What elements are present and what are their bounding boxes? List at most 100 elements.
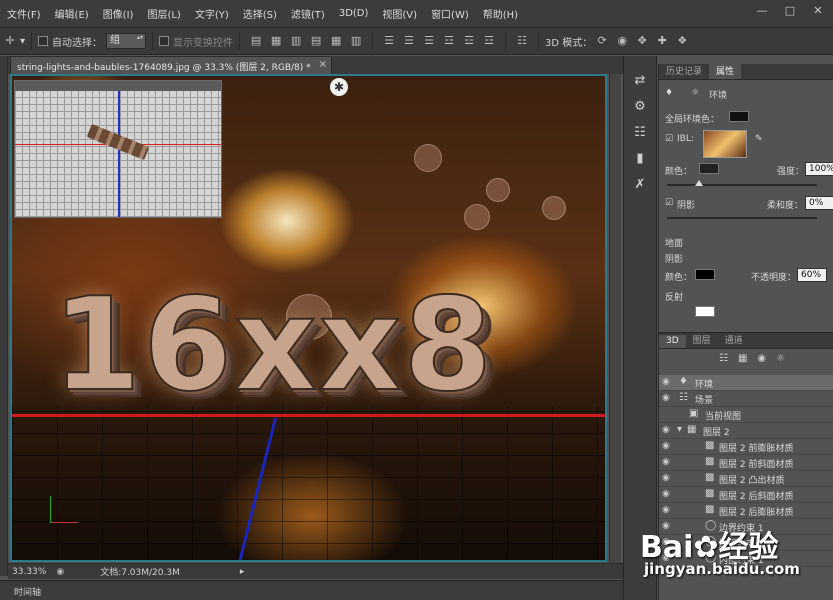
menu-edit[interactable]: 编辑(E): [48, 6, 96, 21]
orbit-gizmo-icon[interactable]: ✱: [330, 78, 348, 96]
document-canvas[interactable]: 16xx8 ✱: [10, 74, 607, 562]
properties-section-title: 环境: [709, 91, 728, 101]
visibility-eye-icon[interactable]: ◉: [662, 489, 674, 499]
align-right-icon[interactable]: ▥: [350, 35, 362, 47]
ground-color-swatch[interactable]: [695, 269, 715, 280]
intensity-field[interactable]: 100%: [805, 162, 833, 176]
filter-light-icon[interactable]: ☼: [776, 353, 785, 364]
align-bottom-icon[interactable]: ▥: [290, 35, 302, 47]
distribute-bottom-icon[interactable]: ☰: [423, 35, 435, 47]
tab-properties[interactable]: 属性: [709, 63, 742, 79]
filter-scene-icon[interactable]: ☷: [719, 353, 728, 364]
menu-window[interactable]: 窗口(W): [424, 6, 476, 21]
menu-help[interactable]: 帮助(H): [476, 6, 525, 21]
expand-arrow-icon[interactable]: ▾: [677, 424, 682, 435]
menu-view[interactable]: 视图(V): [375, 6, 424, 21]
status-menu-arrow-icon[interactable]: ▸: [240, 567, 245, 577]
status-info-icon[interactable]: ◉: [56, 567, 64, 577]
layer-comps-icon[interactable]: ☷: [629, 124, 651, 142]
material-icon: ▩: [705, 440, 715, 451]
opacity-field[interactable]: 60%: [797, 268, 827, 282]
layer-row[interactable]: ◉ ▩ 图层 2 前膨胀材质: [659, 439, 833, 455]
visibility-eye-icon[interactable]: ◉: [662, 425, 674, 435]
3d-text-object[interactable]: 16xx8: [51, 270, 494, 421]
slide-3d-icon[interactable]: ✚: [656, 35, 668, 47]
axis-gizmo-icon[interactable]: [48, 494, 82, 526]
ibl-thumbnail[interactable]: [703, 130, 747, 158]
layer-row[interactable]: ◉ ▩ 图层 2 后斜面材质: [659, 487, 833, 503]
distribute-hcenter-icon[interactable]: ☲: [463, 35, 475, 47]
close-window-icon[interactable]: ✕: [807, 4, 829, 18]
secondary-view-panel[interactable]: [14, 80, 222, 218]
menu-filter[interactable]: 滤镜(T): [284, 6, 332, 21]
show-transform-checkbox[interactable]: [159, 36, 170, 46]
intensity-slider-knob[interactable]: [695, 180, 703, 186]
layer-row[interactable]: ◉ ♦ 环境: [659, 375, 833, 391]
tab-channels[interactable]: 通道: [718, 332, 750, 348]
menu-image[interactable]: 图像(I): [96, 6, 141, 21]
auto-select-dropdown[interactable]: 组: [106, 33, 147, 49]
align-hcenter-icon[interactable]: ▦: [330, 35, 342, 47]
roll-3d-icon[interactable]: ◉: [616, 35, 628, 47]
visibility-eye-icon[interactable]: ◉: [662, 457, 674, 467]
filter-material-icon[interactable]: ◉: [757, 353, 766, 364]
menu-layer[interactable]: 图层(L): [140, 6, 187, 21]
menu-select[interactable]: 选择(S): [236, 6, 284, 21]
canvas-scrollbar[interactable]: [609, 74, 621, 564]
tools-icon[interactable]: ✗: [629, 176, 651, 194]
visibility-eye-icon[interactable]: ◉: [662, 377, 674, 387]
move-tool-icon[interactable]: ✛: [4, 35, 16, 47]
scale-3d-icon[interactable]: ❖: [676, 35, 688, 47]
tab-3d[interactable]: 3D: [659, 335, 686, 348]
document-tab[interactable]: string-lights-and-baubles-1764089.jpg @ …: [10, 56, 332, 74]
menu-type[interactable]: 文字(Y): [188, 6, 236, 21]
auto-select-checkbox[interactable]: [38, 36, 49, 46]
layer-row[interactable]: ◉ ☷ 场景: [659, 391, 833, 407]
tab-history[interactable]: 历史记录: [659, 63, 709, 79]
layer-row[interactable]: ◉ ▩ 图层 2 前斜面材质: [659, 455, 833, 471]
auto-align-icon[interactable]: ☷: [516, 35, 528, 47]
softness-slider[interactable]: [667, 217, 817, 219]
align-top-icon[interactable]: ▤: [250, 35, 262, 47]
restore-icon[interactable]: □: [779, 4, 801, 18]
menu-3d[interactable]: 3D(D): [332, 8, 376, 19]
clone-source-icon[interactable]: ▮: [629, 150, 651, 168]
zoom-level[interactable]: 33.33%: [12, 567, 46, 577]
distribute-vcenter-icon[interactable]: ☰: [403, 35, 415, 47]
distribute-top-icon[interactable]: ☰: [383, 35, 395, 47]
tab-layers[interactable]: 图层: [686, 332, 718, 348]
filter-mesh-icon[interactable]: ▦: [738, 353, 747, 364]
align-left-icon[interactable]: ▤: [310, 35, 322, 47]
visibility-eye-icon[interactable]: ◉: [662, 473, 674, 483]
intensity-slider[interactable]: [667, 180, 817, 186]
drag-3d-icon[interactable]: ✥: [636, 35, 648, 47]
tool-preset-arrow-icon[interactable]: ▾: [20, 36, 25, 47]
adjustments-icon[interactable]: ⚙: [629, 98, 651, 116]
align-vcenter-icon[interactable]: ▦: [270, 35, 282, 47]
softness-field[interactable]: 0%: [805, 196, 833, 210]
ibl-checkbox-icon[interactable]: ☑: [665, 134, 673, 144]
tools-panel[interactable]: [0, 56, 8, 576]
close-tab-icon[interactable]: ×: [319, 59, 327, 70]
layer-row[interactable]: ▣ 当前视图: [659, 407, 833, 423]
layer-row[interactable]: ◉ ▩ 图层 2 凸出材质: [659, 471, 833, 487]
distribute-left-icon[interactable]: ☲: [443, 35, 455, 47]
layer-row[interactable]: ◉ ▾ ▦ 图层 2: [659, 423, 833, 439]
history-icon[interactable]: ⇄: [629, 72, 651, 90]
shadow-checkbox-icon[interactable]: ☑: [665, 198, 673, 208]
menu-file[interactable]: 文件(F): [0, 6, 48, 21]
minimize-icon[interactable]: —: [751, 4, 773, 18]
global-ambient-swatch[interactable]: [729, 111, 749, 122]
visibility-eye-icon[interactable]: ◉: [662, 393, 674, 403]
ibl-edit-icon[interactable]: ✎: [755, 134, 763, 144]
distribute-right-icon[interactable]: ☲: [483, 35, 495, 47]
visibility-eye-icon[interactable]: ◉: [662, 441, 674, 451]
reflection-color-swatch[interactable]: [695, 306, 715, 317]
light-color-swatch[interactable]: [699, 163, 719, 174]
timeline-panel[interactable]: 时间轴: [0, 580, 623, 600]
rotate-3d-icon[interactable]: ⟳: [596, 35, 608, 47]
camera-icon: ▣: [689, 408, 699, 419]
environment-icon: ♦: [679, 376, 688, 387]
secondary-view-header[interactable]: [15, 81, 221, 91]
menu-bar: 文件(F) 编辑(E) 图像(I) 图层(L) 文字(Y) 选择(S) 滤镜(T…: [0, 0, 833, 28]
